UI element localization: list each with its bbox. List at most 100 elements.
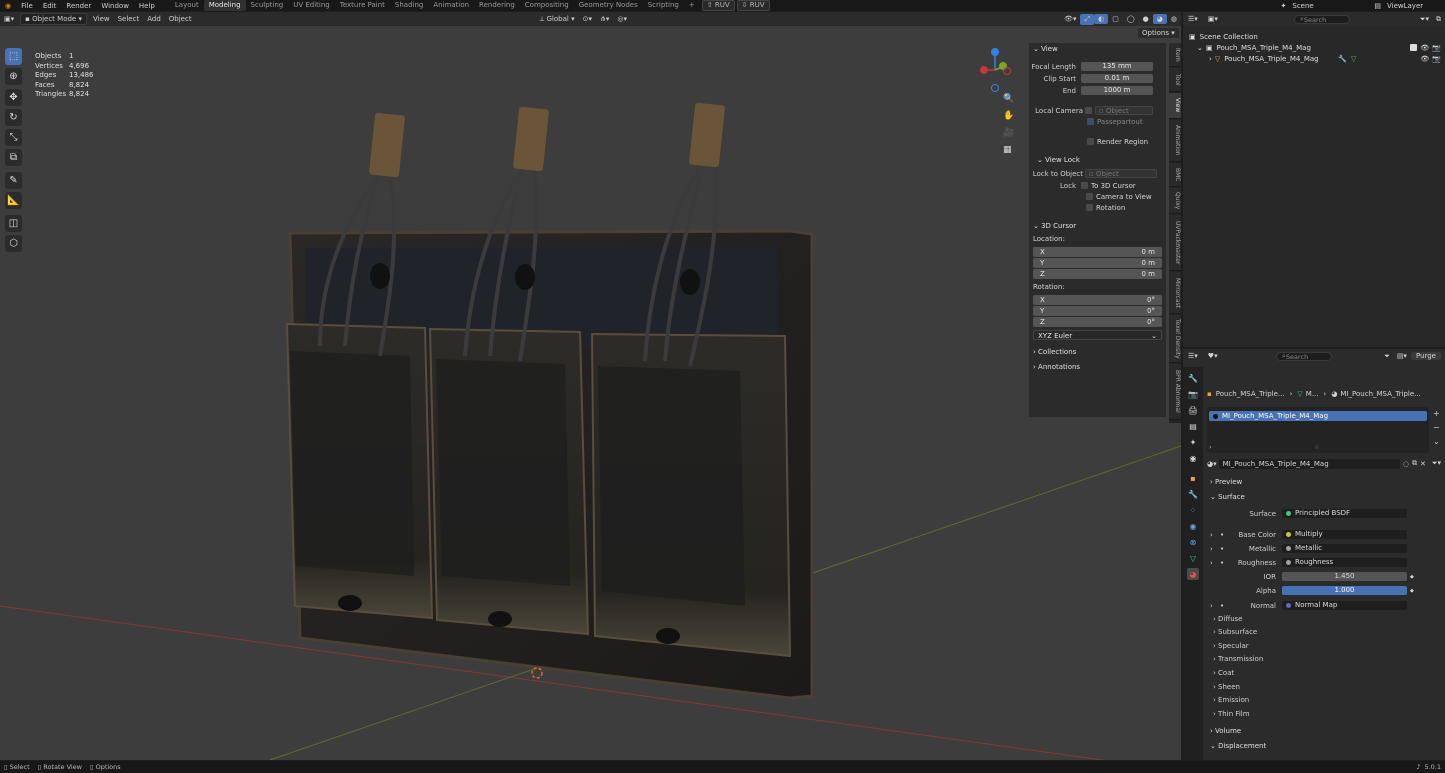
base-color-field[interactable]: Multiply xyxy=(1282,530,1407,539)
roughness-field[interactable]: Roughness xyxy=(1282,558,1407,567)
gizmo-z-axis-icon[interactable] xyxy=(991,48,999,56)
annotations-section-header[interactable]: › Annotations xyxy=(1029,361,1166,373)
metallic-field[interactable]: Metallic xyxy=(1282,544,1407,553)
view-lock-section-header[interactable]: ⌄ View Lock xyxy=(1029,154,1166,166)
scale-tool-icon[interactable]: ⤡ xyxy=(5,129,22,146)
subpanel-coat[interactable]: › Coat xyxy=(1213,668,1234,679)
menu-file[interactable]: File xyxy=(16,2,38,10)
render-region-checkbox[interactable] xyxy=(1087,138,1094,145)
local-camera-checkbox[interactable] xyxy=(1085,107,1092,114)
expand-icon[interactable]: › xyxy=(1209,444,1211,451)
tab-animation[interactable]: Animation xyxy=(1169,120,1181,162)
subpanel-subsurface[interactable]: › Subsurface xyxy=(1213,627,1257,638)
tab-view[interactable]: View xyxy=(1169,93,1181,119)
tab-item[interactable]: Item xyxy=(1169,43,1181,67)
material-browse-icon[interactable]: ◕▾ xyxy=(1207,460,1217,468)
view-layer-icon[interactable]: ▤ xyxy=(1374,2,1381,10)
object-row[interactable]: › ▽ Pouch_MSA_Triple_M4_Mag 🔧 ▽ 👁 📷 xyxy=(1183,53,1445,64)
remove-slot-button[interactable]: − xyxy=(1433,421,1440,435)
scene-icon[interactable]: ✦ xyxy=(1281,2,1287,10)
tab-modeling[interactable]: Modeling xyxy=(203,0,246,11)
socket-link-icon[interactable]: • xyxy=(1220,545,1228,553)
tab-uvpackmaster[interactable]: UVPackmaster xyxy=(1169,215,1181,271)
display-mode-icon[interactable]: ▣▾ xyxy=(1203,15,1223,23)
fake-user-shield-icon[interactable]: ◌ xyxy=(1403,460,1409,468)
annotate-tool-icon[interactable]: ✎ xyxy=(5,172,22,189)
alpha-slider[interactable]: 1.000 xyxy=(1282,586,1407,595)
editor-type-icon[interactable]: ☰▾ xyxy=(1183,352,1203,360)
socket-link-icon[interactable]: • xyxy=(1220,559,1228,567)
modifier-wrench-icon[interactable]: 🔧 xyxy=(1338,55,1347,63)
purge-button[interactable]: Purge xyxy=(1410,352,1441,360)
collections-section-header[interactable]: › Collections xyxy=(1029,346,1166,358)
local-camera-field[interactable]: ▫ Object xyxy=(1095,106,1153,115)
material-slot-row[interactable]: MI_Pouch_MSA_Triple_M4_Mag xyxy=(1209,411,1427,421)
menu-object[interactable]: Object xyxy=(165,14,196,24)
perspective-toggle-icon[interactable]: ▦ xyxy=(1003,145,1012,155)
surface-shader-field[interactable]: Principled BSDF xyxy=(1282,509,1407,518)
snap-icon[interactable]: ⋔▾ xyxy=(596,14,613,24)
transform-tool-icon[interactable]: ⧉ xyxy=(5,149,22,166)
ruv-button-2[interactable]: ⇩ RUV xyxy=(736,0,770,11)
gizmo-y-axis-icon[interactable] xyxy=(999,62,1007,70)
output-tab-icon[interactable]: 🖨 xyxy=(1187,404,1199,416)
view-section-header[interactable]: ⌄ View xyxy=(1029,43,1166,55)
ruv-button-1[interactable]: ⇧ RUV xyxy=(701,0,735,11)
object-tab-icon[interactable]: ▪ xyxy=(1187,472,1199,484)
pan-hand-icon[interactable]: ✋ xyxy=(1003,111,1014,121)
surface-section-header[interactable]: ⌄ Surface xyxy=(1210,491,1245,503)
particles-tab-icon[interactable]: ⁘ xyxy=(1187,504,1199,516)
editor-type-icon[interactable]: ▣▾ xyxy=(0,14,18,24)
cursor-location-y-field[interactable]: Y0 m xyxy=(1033,258,1162,268)
expand-chevron-icon[interactable]: › xyxy=(1210,531,1220,539)
focal-length-field[interactable]: 135 mm xyxy=(1081,62,1153,71)
shading-material-icon[interactable]: ◕ xyxy=(1152,14,1167,24)
shading-rendered-icon[interactable]: ◍ xyxy=(1167,14,1181,24)
menu-edit[interactable]: Edit xyxy=(38,2,62,10)
subpanel-sheen[interactable]: › Sheen xyxy=(1213,682,1240,693)
expand-chevron-icon[interactable]: › xyxy=(1210,602,1220,610)
tab-sculpting[interactable]: Sculpting xyxy=(246,0,289,11)
3d-viewport[interactable]: ⬚ ⊕ ✥ ↻ ⤡ ⧉ ✎ 📐 ◫ ⬡ 🔍 ✋ 🎥 ▦ xyxy=(0,26,1181,760)
collection-row[interactable]: ⌄ ▣ Pouch_MSA_Triple_M4_Mag 👁 📷 xyxy=(1183,42,1445,53)
visibility-eye-icon[interactable]: 👁 xyxy=(1420,55,1429,63)
expand-chevron-icon[interactable]: › xyxy=(1210,559,1220,567)
displacement-section-header[interactable]: ⌄ Displacement xyxy=(1210,740,1266,752)
tab-mirrorcast[interactable]: Mirrorcast xyxy=(1169,272,1181,314)
editor-type-icon[interactable]: ☰▾ xyxy=(1183,15,1203,23)
view-layer-selector[interactable]: ViewLayer xyxy=(1387,2,1445,10)
camera-view-icon[interactable]: 🎥 xyxy=(1003,128,1014,138)
menu-select[interactable]: Select xyxy=(114,14,144,24)
proportional-edit-icon[interactable]: ◎▾ xyxy=(613,14,631,24)
mesh-data-icon[interactable]: ▽ xyxy=(1351,55,1356,63)
tab-compositing[interactable]: Compositing xyxy=(520,0,574,11)
zoom-icon[interactable]: 🔍 xyxy=(1003,94,1014,104)
keyframe-dot-icon[interactable]: ◆ xyxy=(1410,588,1414,594)
notification-icon[interactable]: ♪ xyxy=(1416,763,1420,771)
pin-icon[interactable]: ♥▾ xyxy=(1203,352,1223,360)
render-tab-icon[interactable]: 📷 xyxy=(1187,388,1199,400)
tab-rendering[interactable]: Rendering xyxy=(474,0,520,11)
cursor-location-z-field[interactable]: Z0 m xyxy=(1033,269,1162,279)
socket-link-icon[interactable]: • xyxy=(1220,602,1228,610)
modifier-tab-icon[interactable]: 🔧 xyxy=(1187,488,1199,500)
filter-icon[interactable]: ⏷▾ xyxy=(1417,15,1432,24)
tab-texel-density[interactable]: Texel Density xyxy=(1169,315,1181,363)
subpanel-emission[interactable]: › Emission xyxy=(1213,695,1249,706)
camera-icon[interactable]: 📷 xyxy=(1432,44,1441,52)
cursor-rotation-z-field[interactable]: Z 0° xyxy=(1033,317,1162,327)
select-box-tool-icon[interactable]: ⬚ xyxy=(5,48,22,65)
gizmo-toggle-icon[interactable]: ⤢ xyxy=(1080,13,1095,25)
measure-tool-icon[interactable]: 📐 xyxy=(5,192,22,209)
display-icon[interactable]: ▤▾ xyxy=(1393,352,1411,360)
pivot-icon[interactable]: ⊙▾ xyxy=(579,14,596,24)
tab-shading[interactable]: Shading xyxy=(390,0,428,11)
scene-tab-icon[interactable]: ✦ xyxy=(1187,436,1199,448)
tab-uv-editing[interactable]: UV Editing xyxy=(288,0,335,11)
tab-geometry-nodes[interactable]: Geometry Nodes xyxy=(574,0,643,11)
menu-window[interactable]: Window xyxy=(96,2,134,10)
tab-quixy[interactable]: Quixy xyxy=(1169,188,1181,214)
rotate-tool-icon[interactable]: ↻ xyxy=(5,109,22,126)
unlink-material-icon[interactable]: ✕ xyxy=(1420,460,1426,468)
new-collection-icon[interactable]: ⧉ xyxy=(1432,15,1445,24)
